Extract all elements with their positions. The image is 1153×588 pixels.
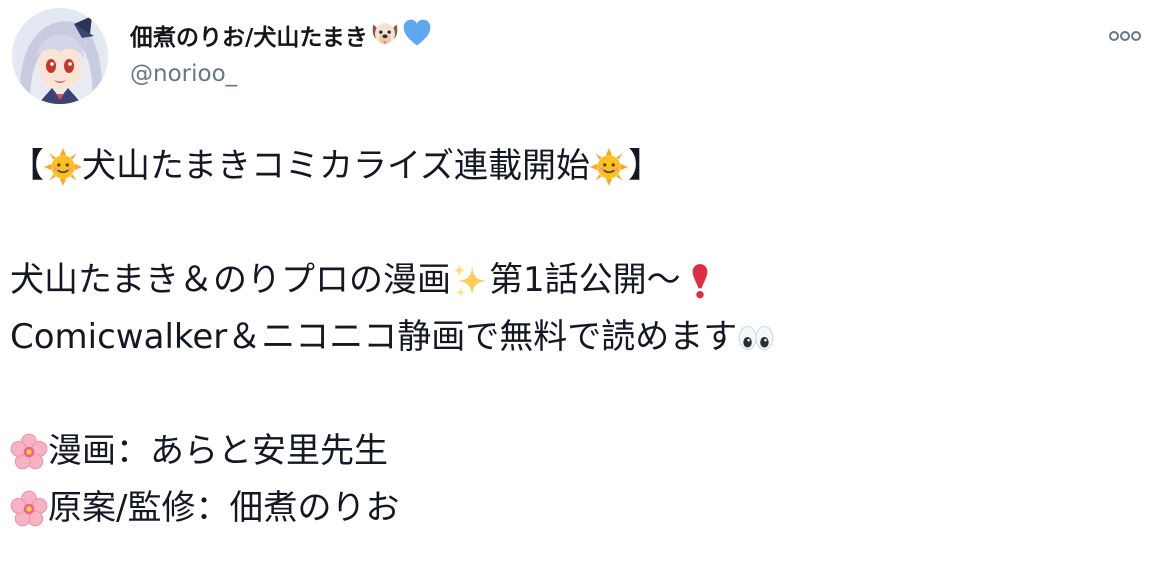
manga-artist-credit: 漫画：あらと安里先生 — [48, 431, 388, 471]
episode-release: 第1話公開〜 — [488, 260, 681, 300]
eyes-icon — [737, 319, 775, 357]
avatar[interactable] — [12, 8, 108, 104]
free-reading-info: Comicwalker＆ニコニコ静画で無料で読めます — [10, 317, 738, 357]
more-options-icon — [1109, 31, 1141, 41]
sun-with-face-icon — [589, 147, 628, 186]
sun-with-face-icon — [44, 147, 82, 186]
tweet-line-7: 原案/監修：佃煮のりお — [10, 480, 1140, 537]
tweet-line-1: 【 犬山たまきコミカライズ連載開始 】 — [10, 138, 1140, 195]
avatar-image — [12, 8, 108, 104]
tweet-card: 佃煮のりお/犬山たまき @norioo_ 【 犬山たまきコミカライズ連載開始 】… — [0, 0, 1153, 588]
original-supervision-credit: 原案/監修：佃煮のりお — [48, 488, 400, 528]
cherry-blossom-icon — [10, 433, 48, 471]
tweet-line-6: 漫画：あらと安里先生 — [10, 423, 1140, 480]
display-name[interactable]: 佃煮のりお/犬山たまき — [130, 18, 432, 57]
blue-heart-icon — [402, 18, 432, 57]
tweet-line-4: Comicwalker＆ニコニコ静画で無料で読めます — [10, 309, 1140, 366]
exclamation-mark-icon — [681, 262, 719, 300]
more-options-button[interactable] — [1108, 26, 1142, 46]
open-bracket: 【 — [10, 146, 44, 186]
tweet-text: 【 犬山たまきコミカライズ連載開始 】 犬山たまき＆のりプロの漫画 第1話公開〜… — [10, 138, 1140, 537]
sparkles-icon — [451, 262, 489, 300]
close-bracket: 】 — [627, 146, 662, 186]
dog-face-icon — [370, 18, 400, 57]
display-name-text: 佃煮のりお/犬山たまき — [130, 24, 368, 51]
cherry-blossom-icon — [10, 490, 48, 528]
user-handle[interactable]: @norioo_ — [130, 58, 237, 90]
manga-announcement: 犬山たまき＆のりプロの漫画 — [10, 260, 451, 300]
comicalize-announcement: 犬山たまきコミカライズ連載開始 — [82, 146, 590, 186]
tweet-line-3: 犬山たまき＆のりプロの漫画 第1話公開〜 — [10, 252, 1140, 309]
